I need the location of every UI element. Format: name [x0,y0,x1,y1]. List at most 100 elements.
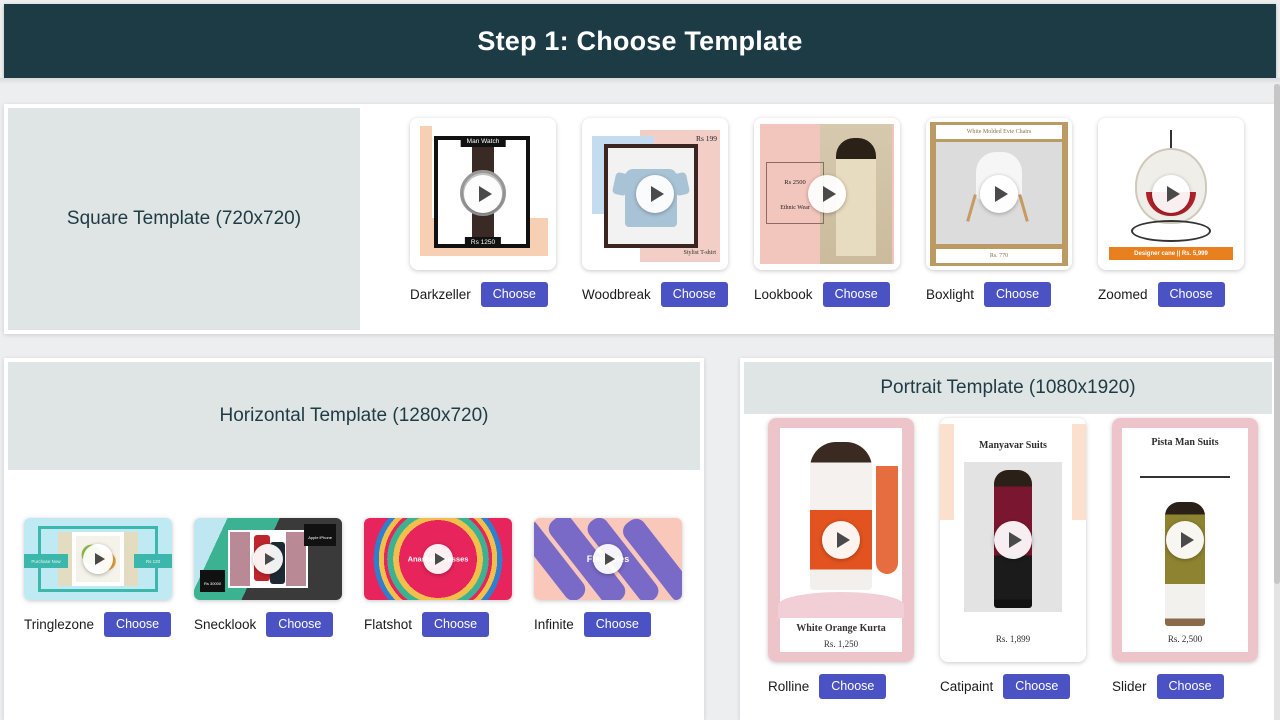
template-meta-tringlezone: Tringlezone Choose [24,612,172,637]
play-icon[interactable] [593,544,623,574]
play-icon[interactable] [1166,521,1204,559]
template-card-snecklook: Apple iPhone Rs 30000 Snecklook Choose [194,518,342,637]
tringlezone-left-label: Purchase Now [31,558,61,564]
play-icon[interactable] [1152,175,1190,213]
boxlight-title: White Molded Evie Chairs [966,129,1032,135]
template-thumbnail-woodbreak[interactable]: Rs 199 Stylist T-shirt [582,118,728,270]
rolline-price: Rs. 1,250 [823,639,859,649]
page-scrollbar[interactable] [1274,84,1280,720]
play-icon[interactable] [636,175,674,213]
template-thumbnail-boxlight[interactable]: White Molded Evie Chairs Rs. 770 [926,118,1072,270]
template-card-darkzeller: Man Watch Rs 1250 Darkzeller Choose [410,118,556,307]
play-icon[interactable] [253,544,283,574]
snecklook-bottom-label: Rs 30000 [204,581,222,586]
template-meta-slider: Slider Choose [1112,674,1258,699]
template-thumbnail-zoomed[interactable]: Designer cane || Rs. 5,999 [1098,118,1244,270]
choose-button-rolline[interactable]: Choose [819,674,887,699]
play-icon[interactable] [980,175,1018,213]
woodbreak-caption: Stylist T-shirt [683,250,716,256]
template-thumbnail-tringlezone[interactable]: Purchase Now Rs 120 [24,518,172,600]
template-meta-lookbook: Lookbook Choose [754,282,900,307]
template-name-zoomed: Zoomed [1098,286,1148,302]
header-shadow [0,78,1280,84]
scrollbar-thumb[interactable] [1274,84,1280,584]
template-card-infinite: Flat Soles Infinite Choose [534,518,682,637]
template-meta-woodbreak: Woodbreak Choose [582,282,728,307]
square-template-list: Man Watch Rs 1250 Darkzeller Choose Rs 1… [364,104,1276,334]
choose-button-woodbreak[interactable]: Choose [660,282,728,307]
choose-button-slider[interactable]: Choose [1156,674,1224,699]
choose-button-catipaint[interactable]: Choose [1003,674,1071,699]
woodbreak-price: Rs 199 [695,134,717,143]
template-meta-rolline: Rolline Choose [768,674,914,699]
template-meta-boxlight: Boxlight Choose [926,282,1072,307]
choose-button-snecklook[interactable]: Choose [266,612,334,637]
square-section-header: Square Template (720x720) [8,108,360,330]
choose-button-flatshot[interactable]: Choose [422,612,490,637]
horizontal-section-header: Horizontal Template (1280x720) [8,362,700,470]
choose-button-tringlezone[interactable]: Choose [104,612,172,637]
step-header: Step 1: Choose Template [4,4,1276,78]
catipaint-title: Manyavar Suits [979,440,1047,451]
template-name-infinite: Infinite [534,616,574,632]
lookbook-caption: Ethnic Wear [780,205,810,211]
template-thumbnail-darkzeller[interactable]: Man Watch Rs 1250 [410,118,556,270]
template-name-darkzeller: Darkzeller [410,286,471,302]
choose-button-lookbook[interactable]: Choose [822,282,890,307]
tringlezone-right-label: Rs 120 [145,558,161,564]
template-thumbnail-slider[interactable]: Pista Man Suits Rs. 2,500 [1112,418,1258,662]
template-thumbnail-lookbook[interactable]: Rs 2500 Ethnic Wear [754,118,900,270]
template-meta-snecklook: Snecklook Choose [194,612,342,637]
template-name-snecklook: Snecklook [194,616,257,632]
template-card-slider: Pista Man Suits Rs. 2,500 Slider Choose [1112,418,1258,699]
template-card-boxlight: White Molded Evie Chairs Rs. 770 Boxligh… [926,118,1072,307]
template-card-tringlezone: Purchase Now Rs 120 Tringlezone Choose [24,518,172,637]
template-name-boxlight: Boxlight [926,286,975,302]
template-card-zoomed: Designer cane || Rs. 5,999 Zoomed Choose [1098,118,1244,307]
play-icon[interactable] [822,521,860,559]
square-template-section: Square Template (720x720) Man Watch Rs 1… [4,104,1276,334]
horizontal-template-section: Horizontal Template (1280x720) Purchase … [4,358,704,720]
zoomed-tag: Designer cane || Rs. 5,999 [1134,250,1208,257]
template-meta-flatshot: Flatshot Choose [364,612,512,637]
square-section-title: Square Template (720x720) [66,208,302,229]
template-card-woodbreak: Rs 199 Stylist T-shirt Woodbreak Choose [582,118,728,307]
play-icon[interactable] [994,521,1032,559]
boxlight-price: Rs. 770 [989,253,1009,259]
horizontal-template-list: Purchase Now Rs 120 Tringlezone Choose A… [4,518,704,637]
template-meta-darkzeller: Darkzeller Choose [410,282,556,307]
play-icon[interactable] [423,544,453,574]
snecklook-top-label: Apple iPhone [308,535,332,540]
play-icon[interactable] [464,175,502,213]
darkzeller-top-tag: Man Watch [460,136,506,147]
template-meta-infinite: Infinite Choose [534,612,682,637]
template-card-catipaint: Manyavar Suits Rs. 1,899 Catipaint Choos… [940,418,1086,699]
template-name-lookbook: Lookbook [754,286,813,302]
page-title: Step 1: Choose Template [477,25,803,56]
slider-price: Rs. 2,500 [1167,634,1203,644]
catipaint-price: Rs. 1,899 [995,634,1031,644]
template-meta-catipaint: Catipaint Choose [940,674,1086,699]
template-name-flatshot: Flatshot [364,616,413,632]
template-name-rolline: Rolline [768,678,810,694]
portrait-section-header: Portrait Template (1080x1920) [744,362,1272,414]
template-card-flatshot: Anarkali Dresses Flatshot Choose [364,518,512,637]
play-icon[interactable] [808,175,846,213]
horizontal-section-title: Horizontal Template (1280x720) [219,405,489,426]
template-thumbnail-catipaint[interactable]: Manyavar Suits Rs. 1,899 [940,418,1086,662]
choose-button-darkzeller[interactable]: Choose [480,282,548,307]
choose-button-zoomed[interactable]: Choose [1157,282,1225,307]
play-icon[interactable] [83,544,113,574]
template-thumbnail-flatshot[interactable]: Anarkali Dresses [364,518,512,600]
choose-button-boxlight[interactable]: Choose [984,282,1052,307]
template-name-catipaint: Catipaint [940,678,994,694]
template-thumbnail-snecklook[interactable]: Apple iPhone Rs 30000 [194,518,342,600]
template-thumbnail-infinite[interactable]: Flat Soles [534,518,682,600]
portrait-template-list: White Orange Kurta Rs. 1,250 Rolline Cho… [740,418,1276,699]
choose-button-infinite[interactable]: Choose [583,612,651,637]
rolline-title: White Orange Kurta [796,623,886,634]
template-name-woodbreak: Woodbreak [582,286,651,302]
slider-title: Pista Man Suits [1151,437,1219,448]
portrait-template-section: Portrait Template (1080x1920) White Oran… [740,358,1276,720]
template-thumbnail-rolline[interactable]: White Orange Kurta Rs. 1,250 [768,418,914,662]
